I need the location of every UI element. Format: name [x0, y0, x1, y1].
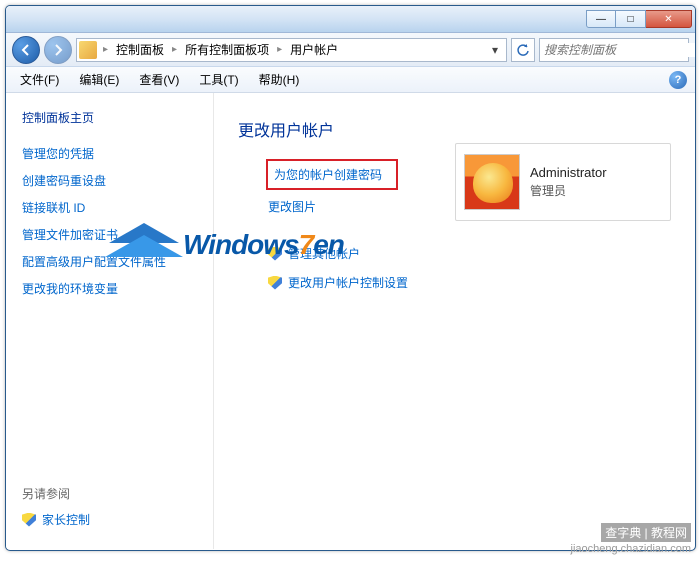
task-label: 更改图片 [268, 198, 316, 215]
account-card: Administrator 管理员 [455, 143, 671, 221]
sidebar-footer-title: 另请参阅 [18, 481, 201, 506]
footer-watermark: 查字典 | 教程网 jiaocheng.chazidian.com [571, 523, 691, 555]
task-label: 为您的帐户创建密码 [274, 166, 382, 183]
sidebar-link-advanced-profile[interactable]: 配置高级用户配置文件属性 [18, 248, 201, 275]
menu-view[interactable]: 查看(V) [131, 68, 187, 91]
sidebar-title[interactable]: 控制面板主页 [18, 109, 201, 126]
forward-button[interactable] [44, 36, 72, 64]
sidebar-footer-link-label: 家长控制 [42, 511, 90, 528]
search-input[interactable] [544, 43, 696, 57]
content-area: 控制面板主页 管理您的凭据 创建密码重设盘 链接联机 ID 管理文件加密证书 配… [6, 93, 695, 549]
sidebar-link-parental[interactable]: 家长控制 [18, 506, 201, 533]
sidebar-link-credentials[interactable]: 管理您的凭据 [18, 140, 201, 167]
menu-edit[interactable]: 编辑(E) [71, 68, 127, 91]
control-panel-icon [79, 41, 97, 59]
back-button[interactable] [12, 36, 40, 64]
chevron-right-icon: ▸ [275, 44, 284, 55]
task-manage-other[interactable]: 管理其他帐户 [266, 239, 671, 268]
navigation-bar: ▸ 控制面板 ▸ 所有控制面板项 ▸ 用户帐户 ▾ [6, 33, 695, 67]
help-button[interactable]: ? [669, 71, 687, 89]
sidebar-link-online-id[interactable]: 链接联机 ID [18, 194, 201, 221]
breadcrumb-item[interactable]: 用户帐户 [286, 39, 342, 60]
menu-tools[interactable]: 工具(T) [191, 68, 246, 91]
shield-icon [268, 247, 282, 261]
account-role: 管理员 [530, 182, 607, 199]
menu-help[interactable]: 帮助(H) [251, 68, 308, 91]
sidebar: 控制面板主页 管理您的凭据 创建密码重设盘 链接联机 ID 管理文件加密证书 配… [6, 93, 214, 549]
close-button[interactable]: ✕ [646, 10, 692, 28]
main-panel: 更改用户帐户 为您的帐户创建密码 更改图片 管理其他帐户 更改用户帐户控制设置 [214, 93, 695, 549]
footer-watermark-sub: jiaocheng.chazidian.com [571, 543, 691, 555]
sidebar-link-env-vars[interactable]: 更改我的环境变量 [18, 275, 201, 302]
titlebar: — □ ✕ [6, 6, 695, 33]
sidebar-link-encryption[interactable]: 管理文件加密证书 [18, 221, 201, 248]
shield-icon [22, 513, 36, 527]
minimize-button[interactable]: — [586, 10, 616, 28]
shield-icon [268, 276, 282, 290]
menu-file[interactable]: 文件(F) [12, 68, 67, 91]
account-name: Administrator [530, 165, 607, 180]
breadcrumb-dropdown[interactable]: ▾ [486, 43, 504, 57]
page-title: 更改用户帐户 [238, 117, 671, 141]
task-label: 更改用户帐户控制设置 [288, 274, 408, 291]
sidebar-link-password-reset[interactable]: 创建密码重设盘 [18, 167, 201, 194]
chevron-right-icon: ▸ [170, 44, 179, 55]
menu-bar: 文件(F) 编辑(E) 查看(V) 工具(T) 帮助(H) ? [6, 67, 695, 93]
breadcrumb-item[interactable]: 所有控制面板项 [181, 39, 273, 60]
search-box[interactable] [539, 38, 689, 62]
task-label: 管理其他帐户 [288, 245, 360, 262]
task-create-password[interactable]: 为您的帐户创建密码 [266, 159, 398, 190]
breadcrumb-item[interactable]: 控制面板 [112, 39, 168, 60]
refresh-button[interactable] [511, 38, 535, 62]
footer-watermark-main: 查字典 | 教程网 [601, 523, 691, 542]
window-frame: — □ ✕ ▸ 控制面板 ▸ 所有控制面板项 ▸ 用户帐户 ▾ [5, 5, 696, 551]
chevron-right-icon: ▸ [101, 44, 110, 55]
maximize-button[interactable]: □ [616, 10, 646, 28]
avatar [464, 154, 520, 210]
task-change-uac[interactable]: 更改用户帐户控制设置 [266, 268, 671, 297]
breadcrumb[interactable]: ▸ 控制面板 ▸ 所有控制面板项 ▸ 用户帐户 ▾ [76, 38, 507, 62]
